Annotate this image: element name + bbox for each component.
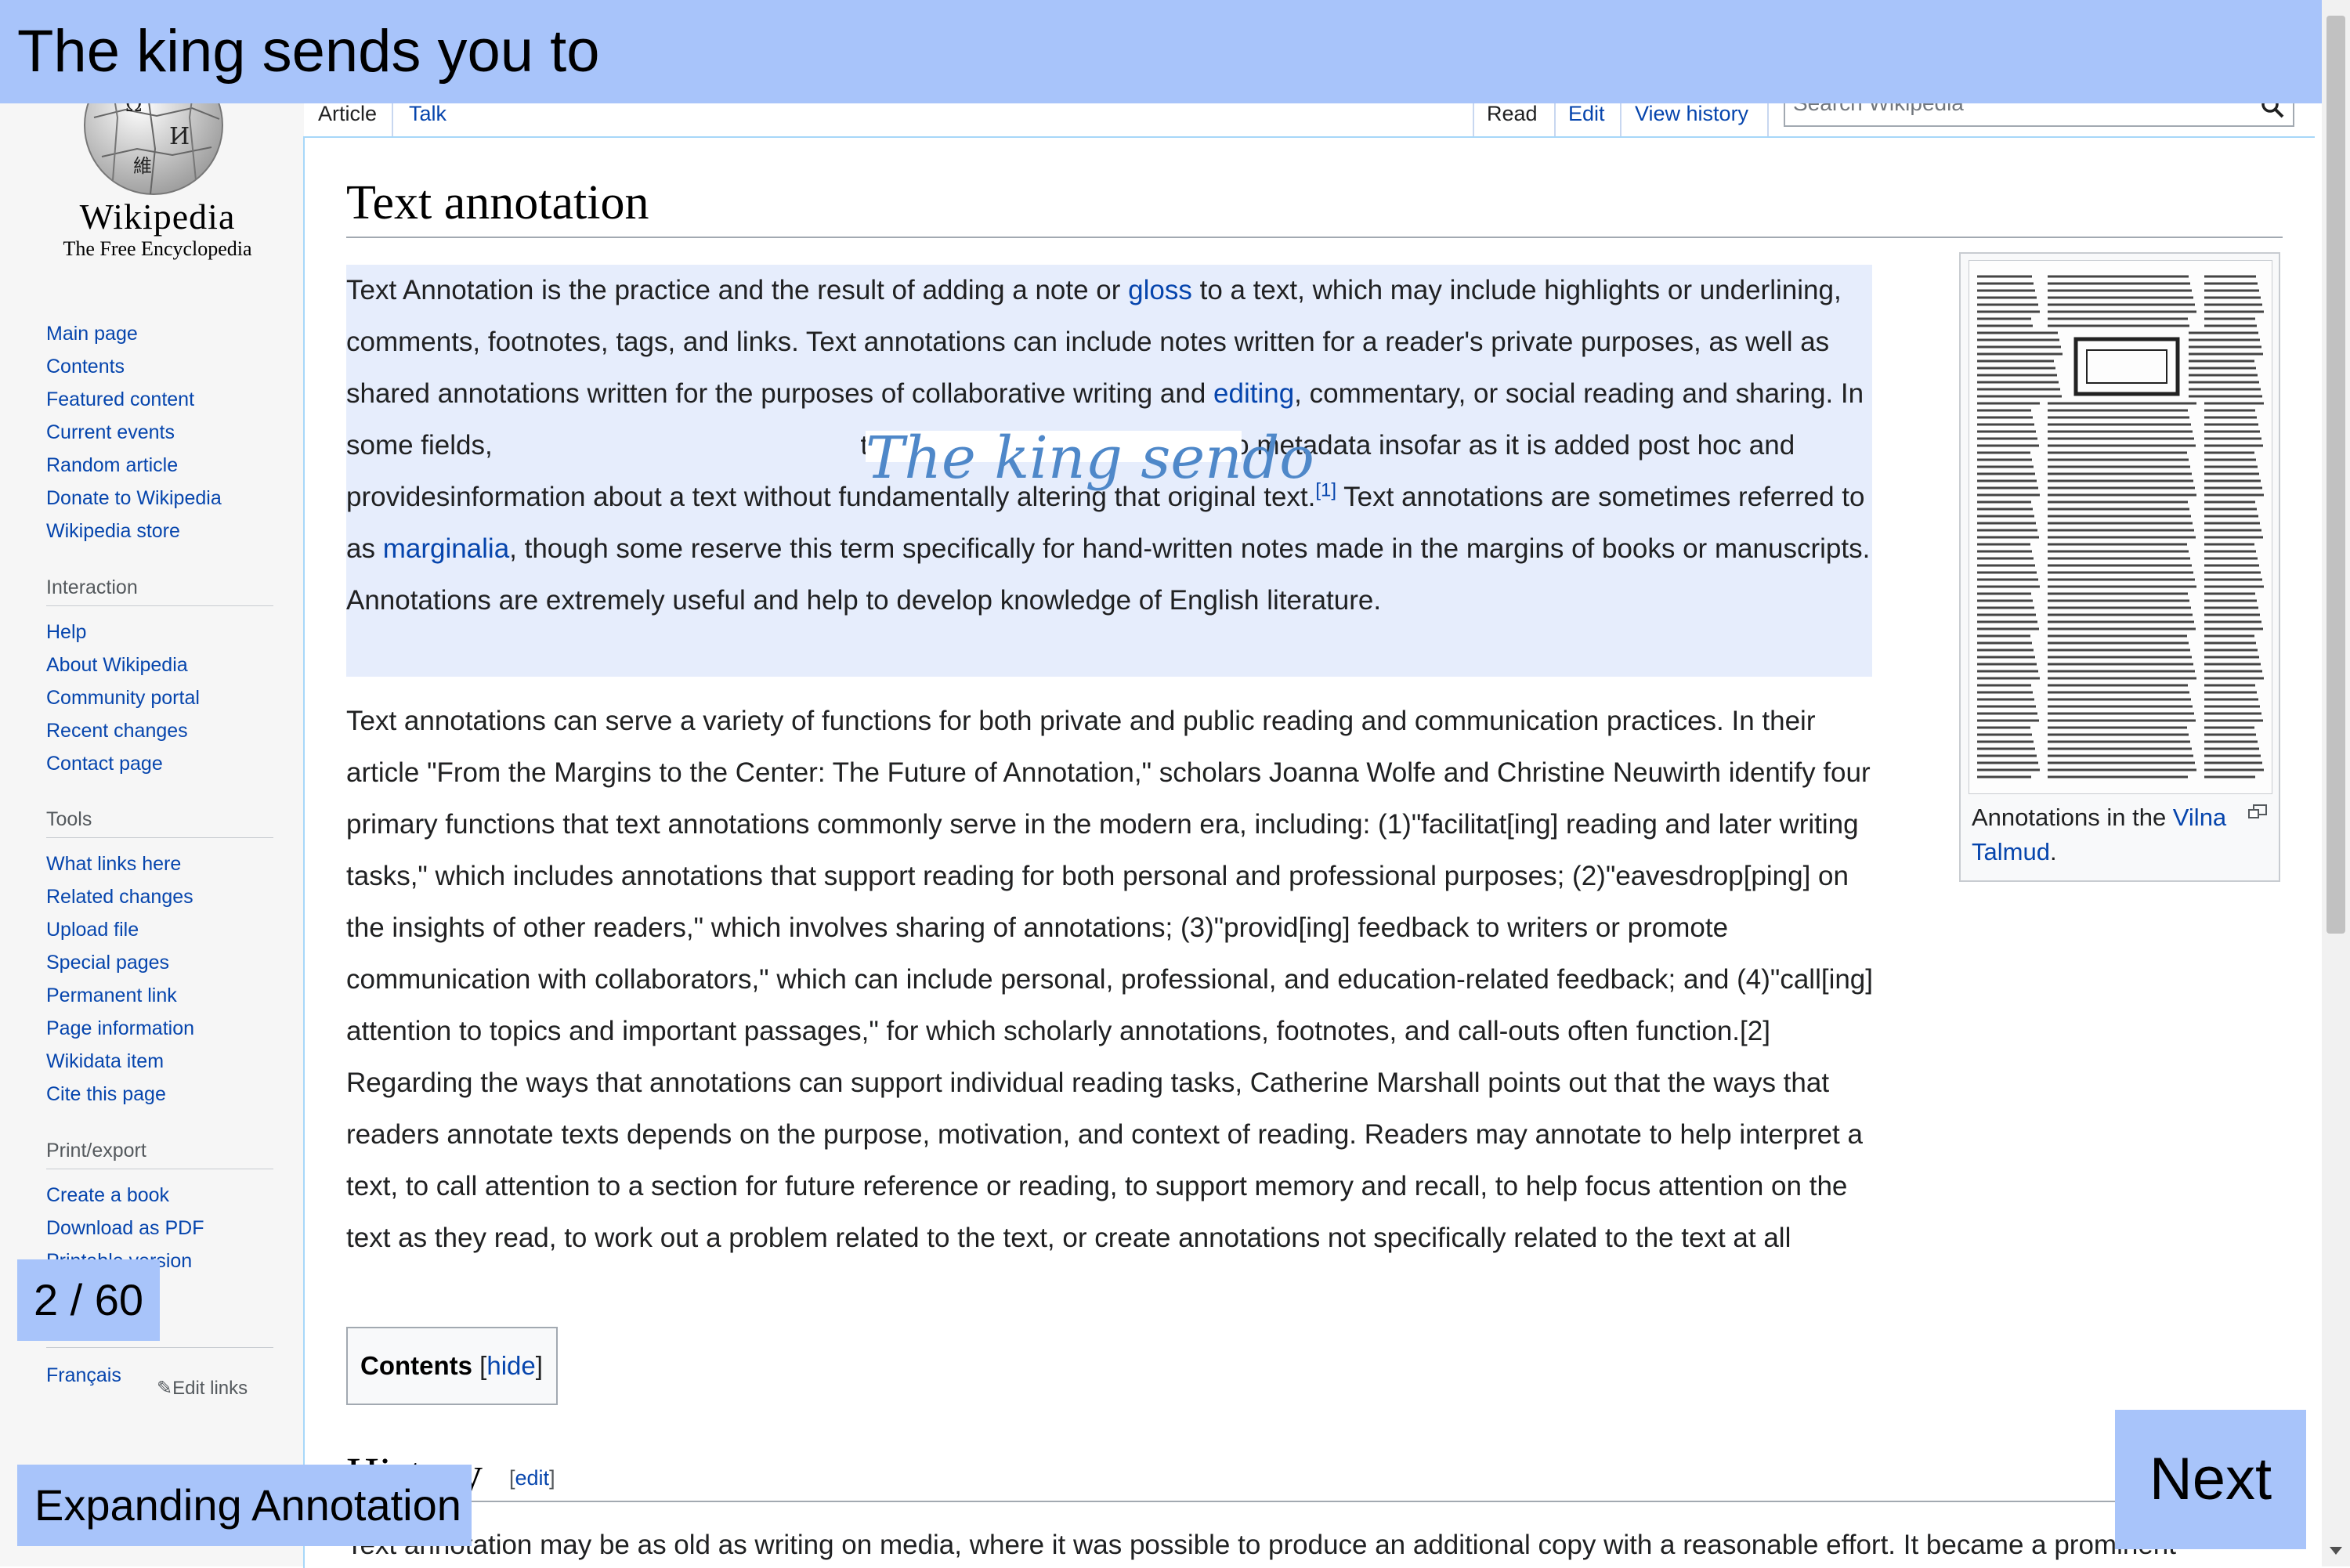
nav-heading-interaction: Interaction <box>46 576 273 606</box>
nav-link-upload-file[interactable]: Upload file <box>46 913 273 946</box>
svg-text:維: 維 <box>133 155 152 177</box>
nav-link-related-changes[interactable]: Related changes <box>46 880 273 913</box>
edit-links-label: Edit links <box>172 1378 248 1399</box>
section-edit-link[interactable]: edit <box>515 1466 550 1490</box>
nav-link-donate[interactable]: Donate to Wikipedia <box>46 482 273 515</box>
handwritten-annotation: The king sendo <box>866 425 1314 492</box>
enlarge-icon[interactable] <box>2247 804 2268 821</box>
link-editing[interactable]: editing <box>1213 378 1294 409</box>
caption-text: . <box>2049 838 2057 865</box>
wikipedia-tagline: The Free Encyclopedia <box>63 237 252 260</box>
scrollbar-thumb[interactable] <box>2326 16 2345 934</box>
nav-tools: Tools What links here Related changes Up… <box>46 808 273 1111</box>
infobox-image-frame: Annotations in the Vilna Talmud. <box>1959 252 2280 882</box>
nav-link-special-pages[interactable]: Special pages <box>46 946 273 979</box>
nav-link-cite-page[interactable]: Cite this page <box>46 1078 273 1111</box>
footnote-ref-1[interactable]: [1] <box>1315 479 1336 500</box>
nav-link-random-article[interactable]: Random article <box>46 449 273 482</box>
nav-link-contents[interactable]: Contents <box>46 350 273 383</box>
nav-link-permanent-link[interactable]: Permanent link <box>46 979 273 1012</box>
nav-link-current-events[interactable]: Current events <box>46 416 273 449</box>
page-title: Text annotation <box>346 176 649 229</box>
nav-link-what-links-here[interactable]: What links here <box>46 847 273 880</box>
pencil-icon: ✎ <box>157 1378 173 1399</box>
handwriting-text: The king sendo <box>866 425 1314 492</box>
nav-heading-print: Print/export <box>46 1140 273 1169</box>
nav-link-recent-changes[interactable]: Recent changes <box>46 714 273 747</box>
nav-interaction: Interaction Help About Wikipedia Communi… <box>46 576 273 780</box>
vilna-talmud-page-image[interactable] <box>1969 260 2272 794</box>
nav-link-page-information[interactable]: Page information <box>46 1012 273 1045</box>
annotation-prompt-banner: The king sends you to <box>0 0 2322 103</box>
nav-main: Main page Contents Featured content Curr… <box>46 317 273 547</box>
nav-link-download-pdf[interactable]: Download as PDF <box>46 1212 273 1245</box>
link-gloss[interactable]: gloss <box>1128 275 1192 305</box>
section-edit: [edit] <box>509 1466 555 1490</box>
title-divider <box>346 237 2283 238</box>
toc-title: Contents <box>360 1351 472 1380</box>
nav-link-contact[interactable]: Contact page <box>46 747 273 780</box>
nav-link-community-portal[interactable]: Community portal <box>46 681 273 714</box>
nav-link-about[interactable]: About Wikipedia <box>46 649 273 681</box>
history-paragraph: Text annotation may be as old as writing… <box>346 1530 2176 1560</box>
nav-link-featured-content[interactable]: Featured content <box>46 383 273 416</box>
image-caption: Annotations in the Vilna Talmud. <box>1972 800 2230 869</box>
section-divider <box>346 1501 2283 1502</box>
nav-print-export: Print/export Create a book Download as P… <box>46 1140 273 1277</box>
wikipedia-wordmark[interactable]: Wikipedia <box>44 196 271 237</box>
nav-link-create-book[interactable]: Create a book <box>46 1179 273 1212</box>
paragraph-text: , though some reserve this term specific… <box>346 533 1871 616</box>
next-button[interactable]: Next <box>2115 1410 2306 1549</box>
scroll-down-arrow-icon[interactable] <box>2328 1545 2344 1557</box>
table-of-contents: Contents [hide] <box>346 1327 558 1405</box>
nav-heading-tools: Tools <box>46 808 273 838</box>
paragraph-text: Text Annotation is the practice and the … <box>346 275 1129 305</box>
caption-text: Annotations in the <box>1972 804 2173 831</box>
toc-hide-link[interactable]: hide <box>486 1351 535 1380</box>
progress-counter: 2 / 60 <box>17 1259 160 1341</box>
nav-link-store[interactable]: Wikipedia store <box>46 515 273 547</box>
mode-label: Expanding Annotation <box>17 1465 472 1546</box>
handwriting-gap <box>493 453 853 454</box>
nav-link-main-page[interactable]: Main page <box>46 317 273 350</box>
svg-text:И: И <box>169 123 190 150</box>
link-marginalia[interactable]: marginalia <box>383 533 509 564</box>
nav-link-wikidata-item[interactable]: Wikidata item <box>46 1045 273 1078</box>
functions-paragraph: Text annotations can serve a variety of … <box>346 706 1873 1253</box>
nav-link-help[interactable]: Help <box>46 616 273 649</box>
languages-divider <box>46 1347 273 1348</box>
edit-links[interactable]: ✎Edit links <box>157 1377 248 1400</box>
